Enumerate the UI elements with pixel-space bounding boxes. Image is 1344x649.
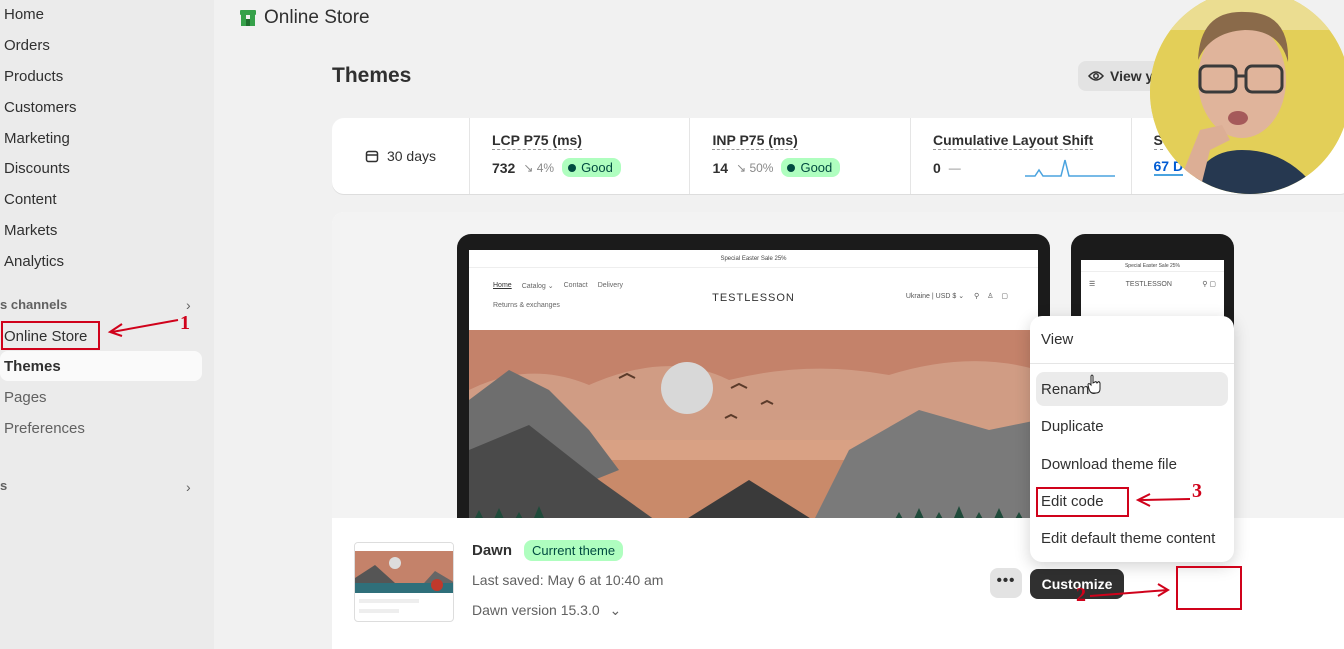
sidebar-item-customers[interactable]: Customers bbox=[4, 99, 77, 116]
calendar-icon bbox=[365, 150, 379, 163]
storefront-icon bbox=[240, 10, 256, 26]
announcement-bar: Special Easter Sale 25% bbox=[1081, 260, 1224, 272]
metric-label: INP P75 (ms) bbox=[712, 132, 798, 150]
menu-divider bbox=[1030, 363, 1234, 364]
metric-delta: ↘ 50% bbox=[736, 160, 774, 175]
view-store-label: View y bbox=[1110, 68, 1154, 84]
annotation-highlight-more-button bbox=[1176, 566, 1242, 610]
status-badge-label: Good bbox=[581, 160, 613, 175]
sales-channels-heading[interactable]: s channels bbox=[0, 297, 67, 312]
hero-illustration bbox=[469, 330, 1038, 518]
status-badge: Good bbox=[781, 158, 841, 177]
thumbnail-image bbox=[355, 543, 453, 613]
search-icon: ⚲ bbox=[974, 293, 980, 300]
site-nav: Home Catalog ⌄ Contact Delivery bbox=[493, 282, 623, 290]
site-nav-item: Home bbox=[493, 282, 512, 289]
sidebar-item-home[interactable]: Home bbox=[4, 6, 44, 23]
page-title: Themes bbox=[332, 64, 412, 87]
site-nav-item: Contact bbox=[563, 282, 588, 289]
webcam-overlay bbox=[1150, 0, 1344, 194]
sidebar-item-analytics[interactable]: Analytics bbox=[4, 253, 64, 270]
desktop-preview: Special Easter Sale 25% Home Catalog ⌄ C… bbox=[457, 234, 1050, 518]
metric-cls[interactable]: Cumulative Layout Shift 0 — bbox=[911, 118, 1132, 194]
current-theme-badge: Current theme bbox=[524, 540, 624, 561]
metric-label: Cumulative Layout Shift bbox=[933, 132, 1094, 150]
annotation-number: 1 bbox=[180, 312, 190, 334]
menu-icon: ☰ bbox=[1089, 281, 1096, 288]
theme-thumbnail bbox=[354, 542, 454, 622]
status-badge: Good bbox=[562, 158, 621, 177]
menu-item-edit-default-content[interactable]: Edit default theme content bbox=[1041, 530, 1215, 547]
metric-value: 14 bbox=[712, 159, 729, 176]
search-icon: ⚲ ▢ bbox=[1202, 281, 1216, 288]
annotation-arrow-icon bbox=[107, 319, 179, 337]
menu-item-duplicate[interactable]: Duplicate bbox=[1041, 418, 1104, 435]
status-badge-label: Good bbox=[800, 160, 833, 175]
date-range-button[interactable]: 30 days bbox=[332, 118, 470, 194]
metric-value: 732 bbox=[491, 159, 516, 176]
date-range-label: 30 days bbox=[386, 148, 436, 164]
store-title: Online Store bbox=[264, 7, 370, 28]
chevron-right-icon[interactable]: › bbox=[186, 479, 191, 495]
theme-actions-menu: View Rename Duplicate Download theme fil… bbox=[1030, 316, 1234, 562]
chevron-down-icon: ⌄ bbox=[609, 602, 622, 618]
site-utility: Ukraine | USD $ ⌄ ⚲ ♙ ▢ bbox=[906, 292, 1008, 300]
site-header: ☰ TESTLESSON ⚲ ▢ bbox=[1081, 272, 1224, 296]
more-actions-button[interactable]: ••• bbox=[990, 568, 1022, 598]
sidebar-item-marketing[interactable]: Marketing bbox=[4, 130, 70, 147]
annotation-arrow-icon bbox=[1089, 583, 1170, 597]
metric-lcp[interactable]: LCP P75 (ms) 732 ↘ 4% Good bbox=[470, 118, 691, 194]
sidebar-item-products[interactable]: Products bbox=[4, 68, 63, 85]
presenter-video bbox=[1150, 0, 1344, 194]
theme-name: Dawn bbox=[472, 542, 513, 559]
account-icon: ♙ bbox=[987, 293, 994, 300]
sidebar-item-markets[interactable]: Markets bbox=[4, 222, 57, 239]
status-dot-icon bbox=[568, 163, 577, 172]
hand-cursor-icon bbox=[1087, 374, 1101, 394]
sparkline-chart bbox=[1024, 159, 1115, 177]
announcement-bar: Special Easter Sale 25% bbox=[469, 250, 1038, 268]
annotation-arrow-icon bbox=[1135, 493, 1191, 507]
eye-icon bbox=[1088, 71, 1104, 81]
sidebar-item-discounts[interactable]: Discounts bbox=[4, 160, 70, 177]
status-dot-icon bbox=[787, 163, 796, 172]
theme-version-dropdown[interactable]: Dawn version 15.3.0 ⌄ bbox=[472, 602, 621, 619]
cart-icon: ▢ bbox=[1001, 293, 1008, 300]
site-header: Home Catalog ⌄ Contact Delivery Returns … bbox=[469, 268, 1038, 330]
sidebar-item-themes[interactable]: Themes bbox=[4, 358, 61, 375]
last-saved: Last saved: May 6 at 10:40 am bbox=[472, 572, 664, 588]
sidebar-item-preferences[interactable]: Preferences bbox=[4, 420, 85, 437]
sidebar-item-pages[interactable]: Pages bbox=[4, 389, 47, 406]
site-nav-item: Delivery bbox=[597, 282, 624, 289]
annotation-number: 3 bbox=[1192, 480, 1202, 502]
annotation-highlight-online-store bbox=[1, 321, 100, 350]
metric-label: LCP P75 (ms) bbox=[491, 132, 582, 150]
sidebar-item-orders[interactable]: Orders bbox=[4, 37, 50, 54]
store-header: Online Store bbox=[238, 7, 370, 29]
desktop-screen: Special Easter Sale 25% Home Catalog ⌄ C… bbox=[469, 250, 1038, 518]
annotation-highlight-edit-code bbox=[1036, 487, 1129, 517]
chevron-right-icon[interactable]: › bbox=[186, 297, 191, 313]
theme-version-label: Dawn version 15.3.0 bbox=[472, 602, 600, 618]
currency-selector: Ukraine | USD $ ⌄ bbox=[905, 293, 965, 300]
sidebar-item-content[interactable]: Content bbox=[4, 191, 57, 208]
metric-delta: ↘ 4% bbox=[523, 160, 555, 175]
annotation-number: 2 bbox=[1076, 584, 1086, 606]
apps-heading[interactable]: s bbox=[0, 478, 7, 493]
metric-value: 0 bbox=[933, 160, 941, 176]
site-nav-item: Catalog ⌄ bbox=[521, 283, 554, 290]
metric-inp[interactable]: INP P75 (ms) 14 ↘ 50% Good bbox=[690, 118, 911, 194]
metric-delta: — bbox=[948, 161, 961, 175]
site-logo: TESTLESSON bbox=[1125, 280, 1172, 288]
menu-item-download-theme[interactable]: Download theme file bbox=[1041, 456, 1177, 473]
menu-item-view[interactable]: View bbox=[1041, 331, 1073, 348]
